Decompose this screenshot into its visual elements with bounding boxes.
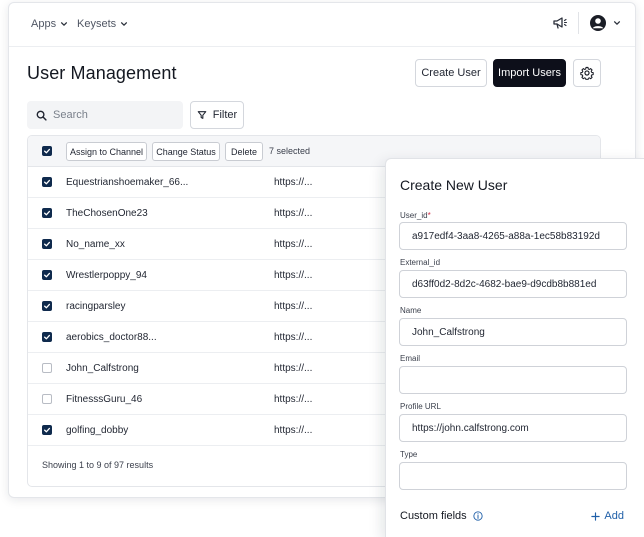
add-label: Add: [604, 510, 624, 522]
nav-keysets-label: Keysets: [77, 18, 117, 30]
plus-icon: [591, 511, 601, 521]
chevron-down-icon: [613, 21, 621, 25]
type-label: Type: [400, 450, 418, 459]
row-checkbox[interactable]: [42, 425, 52, 435]
profile-url-field[interactable]: https://john.calfstrong.com: [399, 414, 627, 442]
nav-apps-label: Apps: [31, 18, 57, 30]
row-checkbox[interactable]: [42, 208, 52, 218]
row-user-name: FitnesssGuru_46: [66, 394, 143, 405]
panel-title: Create New User: [400, 177, 508, 193]
row-user-name: No_name_xx: [66, 239, 125, 250]
row-user-name: Wrestlerpoppy_94: [66, 270, 147, 281]
row-checkbox[interactable]: [42, 394, 52, 404]
top-right-controls: [552, 12, 621, 34]
nav-keysets-dropdown[interactable]: Keysets: [77, 18, 128, 30]
checkmark-icon: [43, 241, 51, 247]
top-divider: [578, 12, 579, 34]
row-profile-url: https://...: [274, 177, 313, 188]
user-id-field[interactable]: a917edf4-3aa8-4265-a88a-1ec58b83192d: [399, 222, 627, 250]
search-icon: [36, 110, 47, 121]
row-profile-url: https://...: [274, 394, 313, 405]
checkmark-icon: [43, 148, 51, 154]
search-placeholder: Search: [53, 109, 88, 121]
checkmark-icon: [43, 272, 51, 278]
row-checkbox[interactable]: [42, 363, 52, 373]
row-profile-url: https://...: [274, 425, 313, 436]
checkmark-icon: [43, 179, 51, 185]
assign-to-channel-button[interactable]: Assign to Channel: [66, 142, 147, 161]
results-summary: Showing 1 to 9 of 97 results: [42, 460, 154, 470]
row-checkbox[interactable]: [42, 270, 52, 280]
megaphone-icon[interactable]: [552, 16, 568, 30]
account-menu[interactable]: [589, 14, 621, 32]
create-user-button[interactable]: Create User: [415, 59, 487, 87]
row-checkbox[interactable]: [42, 301, 52, 311]
email-field[interactable]: [399, 366, 627, 394]
checkmark-icon: [43, 303, 51, 309]
checkmark-icon: [43, 427, 51, 433]
delete-button[interactable]: Delete: [225, 142, 263, 161]
row-checkbox[interactable]: [42, 177, 52, 187]
row-user-name: John_Calfstrong: [66, 363, 139, 374]
filter-label: Filter: [212, 109, 238, 121]
user-avatar-icon: [590, 15, 606, 31]
row-profile-url: https://...: [274, 208, 313, 219]
add-custom-field-button[interactable]: Add: [591, 510, 624, 522]
user-id-label: User_id*: [400, 211, 431, 220]
name-field[interactable]: John_Calfstrong: [399, 318, 627, 346]
top-bar: Apps Keysets: [9, 3, 635, 47]
row-user-name: golfing_dobby: [66, 425, 129, 436]
chevron-down-icon: [61, 22, 68, 26]
user-id-label-text: User_id: [400, 211, 428, 220]
select-all-checkbox[interactable]: [42, 146, 52, 156]
filter-button[interactable]: Filter: [190, 101, 244, 129]
custom-fields-heading: Custom fields: [400, 510, 483, 522]
import-users-button[interactable]: Import Users: [493, 59, 566, 87]
checkmark-icon: [43, 334, 51, 340]
page-title: User Management: [27, 63, 177, 83]
create-user-panel: Create New User User_id* a917edf4-3aa8-4…: [385, 158, 644, 537]
custom-fields-label: Custom fields: [400, 510, 467, 522]
settings-button[interactable]: [573, 59, 601, 87]
selected-count: 7 selected: [269, 146, 311, 156]
row-profile-url: https://...: [274, 301, 313, 312]
search-input[interactable]: Search: [27, 101, 183, 129]
row-profile-url: https://...: [274, 332, 313, 343]
row-profile-url: https://...: [274, 270, 313, 281]
checkmark-icon: [43, 210, 51, 216]
row-user-name: aerobics_doctor88...: [66, 332, 157, 343]
chevron-down-icon: [121, 22, 128, 26]
row-user-name: racingparsley: [66, 301, 126, 312]
name-label: Name: [400, 306, 422, 315]
type-field[interactable]: [399, 462, 627, 490]
info-icon[interactable]: [473, 511, 483, 521]
change-status-button[interactable]: Change Status: [152, 142, 220, 161]
email-label: Email: [400, 354, 421, 363]
gear-icon: [580, 66, 594, 80]
row-checkbox[interactable]: [42, 332, 52, 342]
external-id-field[interactable]: d63ff0d2-8d2c-4682-bae9-d9cdb8b881ed: [399, 270, 627, 298]
row-profile-url: https://...: [274, 239, 313, 250]
row-user-name: TheChosenOne23: [66, 208, 148, 219]
row-user-name: Equestrianshoemaker_66...: [66, 177, 189, 188]
row-profile-url: https://...: [274, 363, 313, 374]
required-marker: *: [427, 211, 431, 220]
profile-url-label: Profile URL: [400, 402, 441, 411]
filter-icon: [197, 111, 207, 119]
external-id-label: External_id: [400, 258, 441, 267]
row-checkbox[interactable]: [42, 239, 52, 249]
nav-apps-dropdown[interactable]: Apps: [31, 18, 68, 30]
